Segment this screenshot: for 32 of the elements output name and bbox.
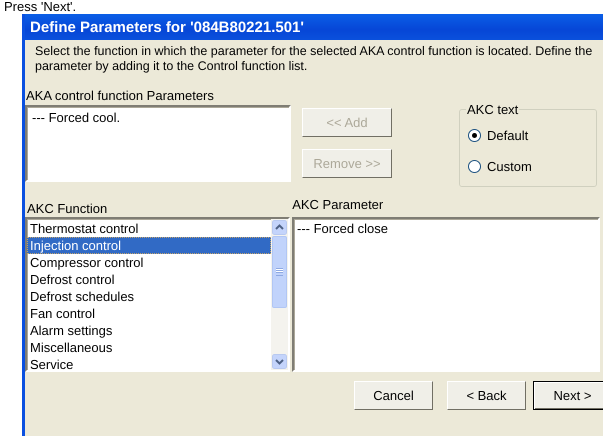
parameters-list[interactable]: --- Forced cool. — [25, 105, 291, 182]
radio-button[interactable] — [468, 160, 481, 173]
description-text: Select the function in which the parameter for the selected AKA control function is located. Define the parameter by adding it to the Control function list. — [35, 44, 594, 74]
radio-button[interactable] — [468, 129, 481, 142]
list-item[interactable]: --- Forced cool. — [29, 109, 287, 126]
list-item[interactable]: Defrost schedules — [27, 288, 271, 305]
scroll-thumb[interactable] — [272, 236, 287, 308]
list-item[interactable]: Thermostat control — [27, 220, 271, 237]
caption-text: Press 'Next'. — [3, 0, 78, 14]
section-label: AKC Function — [27, 201, 108, 215]
list-item[interactable]: Service — [27, 356, 271, 370]
section-label: AKA control function Parameters — [26, 88, 215, 103]
window-title: Define Parameters for '084B80221.501' — [30, 18, 304, 36]
list-item[interactable]: Compressor control — [27, 254, 271, 271]
radio-label[interactable]: Default — [487, 128, 528, 143]
scroll-up-icon[interactable] — [272, 220, 287, 235]
group-title: AKC text — [466, 102, 520, 117]
section-label: AKC Parameter — [292, 197, 384, 214]
list-item[interactable]: Miscellaneous — [27, 339, 271, 356]
list-item[interactable]: Fan control — [27, 305, 271, 322]
list-item[interactable]: Defrost control — [27, 271, 271, 288]
scroll-down-icon[interactable] — [272, 354, 287, 369]
list-item[interactable]: Injection control — [27, 237, 271, 254]
function-list[interactable]: Thermostat control Injection control Compressor control Defrost control Defrost schedules Fan control Alarm settings Miscellaneous Service — [25, 217, 290, 372]
dialog-button[interactable]: < Back — [447, 381, 526, 410]
dialog-button[interactable]: Cancel — [354, 381, 433, 410]
scrollbar[interactable] — [271, 219, 288, 370]
list-item[interactable]: Alarm settings — [27, 322, 271, 339]
dialog-button[interactable]: Next > — [533, 381, 603, 410]
radio-label[interactable]: Custom — [487, 159, 532, 174]
parameter-list[interactable]: --- Forced close — [292, 217, 600, 372]
list-item[interactable]: --- Forced close — [294, 220, 598, 237]
